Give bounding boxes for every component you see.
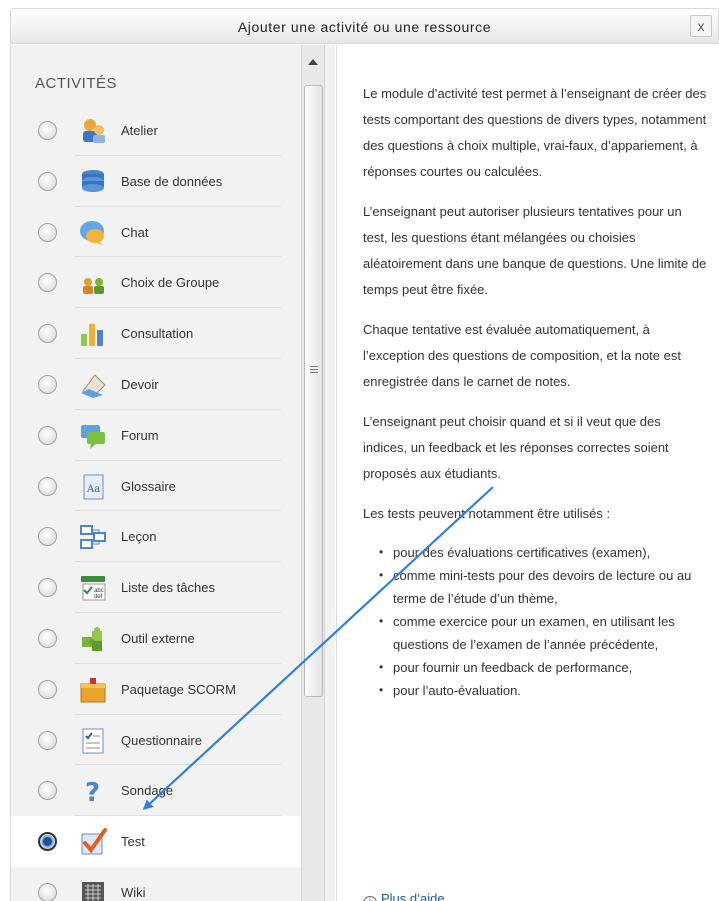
activity-item[interactable]: Atelier [11,105,303,156]
radio-button[interactable] [38,425,57,445]
section-title-activities: ACTIVITÉS [35,75,118,92]
activity-item[interactable]: Base de données [11,156,303,207]
assignment-icon [79,371,107,399]
radio-button[interactable] [38,781,57,801]
usage-list-item: comme mini-tests pour des devoirs de lec… [379,564,708,610]
radio-button[interactable] [38,374,57,394]
radio-button[interactable] [38,171,57,191]
questionnaire-icon [79,727,107,755]
activity-item[interactable]: Consultation [11,308,303,359]
scrollbar[interactable] [301,45,325,901]
radio-button[interactable] [38,222,57,242]
quiz-check-icon [79,828,107,856]
radio-button[interactable] [38,121,57,140]
activity-item[interactable]: Outil externe [11,613,303,664]
usage-list: pour des évaluations certificatives (exa… [379,541,708,702]
svg-text:?: ? [85,778,100,805]
activity-list: Atelier Base de données Chat Choix de Group… [11,105,303,901]
survey-question-icon: ? [79,777,107,808]
activity-item[interactable]: abc def Liste des tâches [11,562,303,613]
chat-icon [79,219,107,247]
activity-item[interactable]: Devoir [11,359,303,410]
activity-label[interactable]: Liste des tâches [121,580,215,595]
usage-list-item: pour fournir un feedback de performance, [379,656,708,679]
scrollbar-thumb[interactable] [304,85,323,697]
activity-label[interactable]: Wiki [121,885,146,900]
activity-description-panel: Le module d’activité test permet à l’ens… [336,45,719,901]
activity-label[interactable]: Sondage [121,783,173,798]
description-paragraph: Les tests peuvent notamment être utilisé… [363,506,611,521]
scrollbar-grip-icon [310,366,318,375]
description-paragraph: L’enseignant peut choisir quand et si il… [363,414,669,481]
activity-item[interactable]: ? Sondage [11,765,303,816]
description-text: Le module d’activité test permet à l’ens… [363,81,708,702]
checklist-icon: abc def [79,574,107,602]
radio-button[interactable] [38,882,57,901]
radio-button[interactable] [38,273,57,293]
activity-item[interactable]: Leçon [11,511,303,562]
svg-text:def: def [94,594,103,600]
activity-label[interactable]: Atelier [121,123,158,138]
activity-item[interactable]: Paquetage SCORM [11,664,303,715]
description-paragraph: Chaque tentative est évaluée automatique… [363,322,681,389]
group-choice-icon [79,269,107,297]
database-icon [79,168,107,196]
radio-button[interactable] [38,578,57,598]
activity-label[interactable]: Questionnaire [121,733,202,748]
usage-list-item: pour des évaluations certificatives (exa… [379,541,708,564]
activity-label[interactable]: Consultation [121,326,193,341]
forum-icon [79,422,107,450]
usage-list-item: comme exercice pour un examen, en utilis… [379,610,708,656]
radio-button[interactable] [38,476,57,496]
activity-label[interactable]: Base de données [121,174,222,189]
workshop-icon [79,117,107,145]
radio-button[interactable] [38,324,57,344]
help-link-label[interactable]: Plus d’aide [381,891,445,901]
description-paragraph: L’enseignant peut autoriser plusieurs te… [363,204,707,297]
scorm-package-icon [79,676,107,704]
puzzle-icon [79,625,107,653]
activity-list-panel: ACTIVITÉS Atelier Base de données Chat Choi… [10,45,335,901]
usage-list-item: pour l’auto-évaluation. [379,679,708,702]
glossary-icon: Aa [79,473,107,501]
info-circle-icon: i [363,896,377,901]
radio-button[interactable] [38,628,57,648]
activity-label[interactable]: Chat [121,225,148,240]
add-activity-dialog: Ajouter une activité ou une ressource x … [0,0,719,901]
lesson-icon [79,523,107,551]
activity-item[interactable]: Wiki [11,867,303,901]
activity-item[interactable]: Forum [11,410,303,461]
activity-item[interactable]: Test [11,816,303,867]
activity-label[interactable]: Paquetage SCORM [121,682,236,697]
radio-button[interactable] [38,730,57,750]
activity-label[interactable]: Leçon [121,529,156,544]
radio-button[interactable] [38,679,57,699]
dialog-titlebar: Ajouter une activité ou une ressource x [10,8,719,44]
activity-item[interactable]: Choix de Groupe [11,257,303,308]
activity-label[interactable]: Choix de Groupe [121,275,219,290]
close-button[interactable]: x [690,15,712,37]
feedback-chart-icon [79,320,107,348]
activity-label[interactable]: Test [121,834,145,849]
radio-button[interactable] [38,527,57,547]
activity-item[interactable]: Questionnaire [11,715,303,766]
dialog-title: Ajouter une activité ou une ressource [237,19,492,35]
activity-item[interactable]: Aa Glossaire [11,461,303,512]
activity-label[interactable]: Forum [121,428,159,443]
scroll-up-arrow[interactable] [308,59,318,65]
wiki-icon [79,879,107,901]
help-link[interactable]: i Plus d’aide [363,891,445,901]
activity-label[interactable]: Devoir [121,377,159,392]
svg-text:Aa: Aa [86,484,100,495]
description-paragraph: Le module d’activité test permet à l’ens… [363,86,707,179]
activity-item[interactable]: Chat [11,207,303,258]
activity-label[interactable]: Glossaire [121,479,176,494]
activity-label[interactable]: Outil externe [121,631,195,646]
radio-button-selected[interactable] [38,832,57,852]
